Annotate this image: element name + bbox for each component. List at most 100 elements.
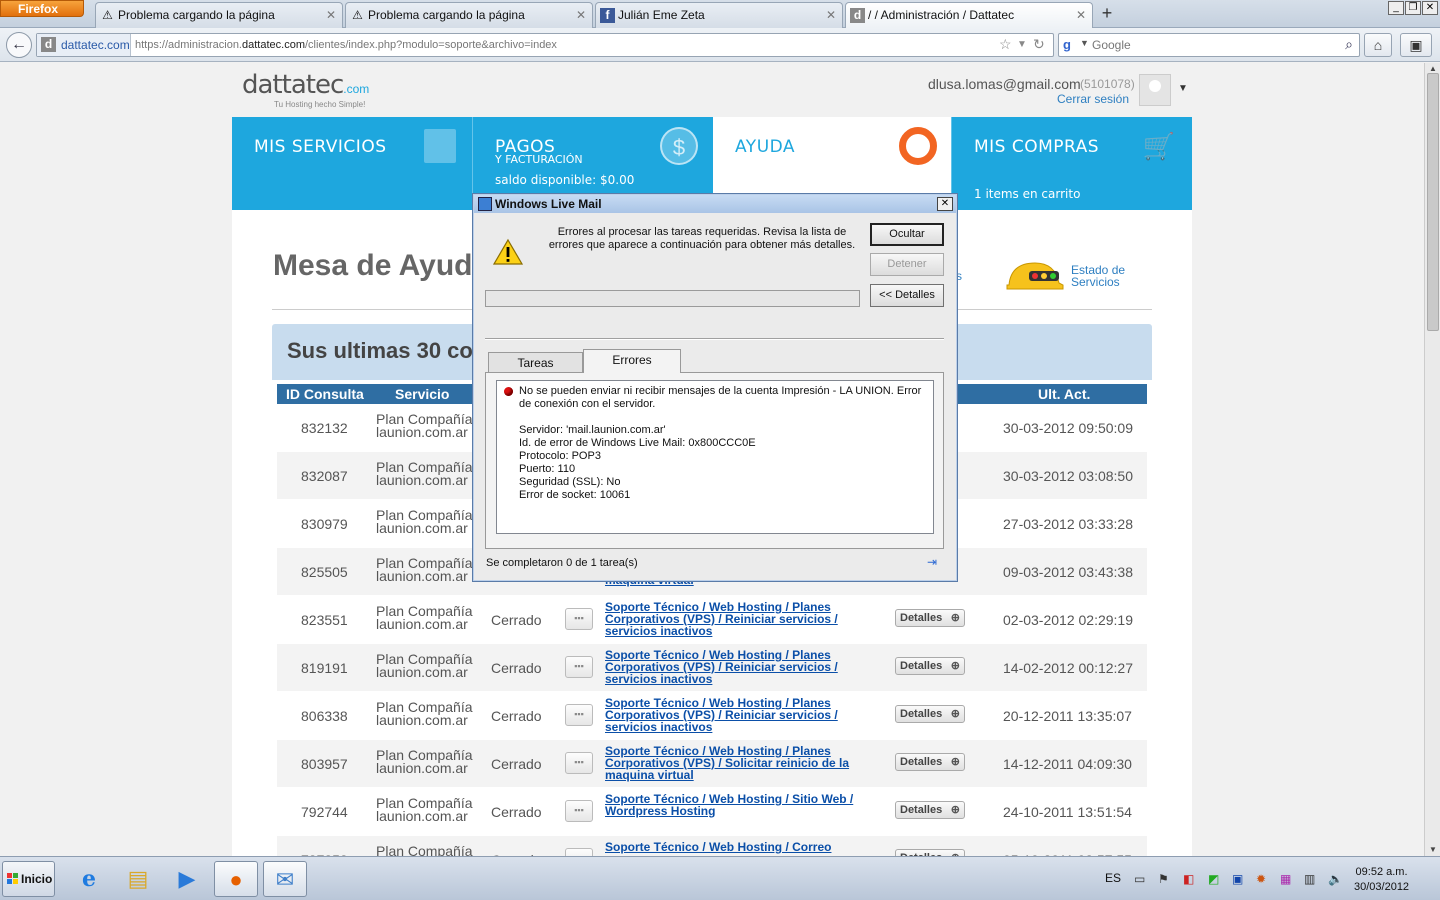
browser-tab[interactable]: f Julián Eme Zeta ✕ (595, 2, 843, 28)
hardhat-icon[interactable] (1005, 257, 1065, 293)
windows-live-mail-icon[interactable]: ✉ (263, 861, 307, 897)
nav-mis-servicios[interactable]: MIS SERVICIOS (232, 117, 472, 210)
service-status-link[interactable]: Estado de Servicios (1071, 264, 1151, 288)
show-hidden-icons-icon[interactable]: ▭ (1134, 872, 1145, 886)
network-icon[interactable]: ▥ (1304, 872, 1315, 886)
close-tab-icon[interactable]: ✕ (326, 3, 336, 27)
dialog-titlebar[interactable]: Windows Live Mail ✕ (474, 195, 956, 213)
url-prefix: https://administracion. (135, 39, 242, 51)
browser-tab[interactable]: ⚠ Problema cargando la página ✕ (95, 2, 343, 28)
history-dropdown-icon[interactable]: ▼ (1017, 39, 1027, 50)
minimize-window-button[interactable]: _ (1388, 1, 1404, 15)
column-header: ID Consulta (286, 386, 364, 402)
tab-label: Problema cargando la página (118, 8, 275, 22)
search-engine-dropdown-icon[interactable]: ▼ (1080, 38, 1089, 48)
google-icon[interactable]: g (1063, 37, 1079, 53)
reload-icon[interactable]: ↻ (1033, 36, 1045, 53)
media-player-icon[interactable]: ▶ (165, 861, 209, 897)
logout-link[interactable]: Cerrar sesión (1057, 92, 1129, 106)
file-explorer-icon[interactable]: ▤ (116, 861, 160, 897)
clock-time: 09:52 a.m. (1355, 866, 1408, 878)
zoom-in-icon: ⊕ (950, 660, 960, 672)
user-id: (5101078) (1080, 77, 1135, 91)
details-button[interactable]: Detalles⊕ (895, 657, 965, 675)
internet-explorer-icon[interactable]: e (67, 861, 111, 897)
back-button[interactable]: ← (6, 32, 32, 58)
error-list[interactable]: No se pueden enviar ni recibir mensajes … (496, 380, 934, 534)
url-text[interactable]: https://administracion.dattatec.com/clie… (135, 34, 557, 56)
comment-bubble-icon[interactable]: ▪▪▪ (565, 800, 593, 822)
scroll-down-icon[interactable]: ▼ (1427, 844, 1439, 856)
close-tab-icon[interactable]: ✕ (576, 3, 586, 27)
comment-bubble-icon[interactable]: ▪▪▪ (565, 656, 593, 678)
ticket-status: Cerrado (491, 612, 542, 628)
ticket-topic-link[interactable]: Soporte Técnico / Web Hosting / Planes C… (605, 601, 855, 637)
site-identity-button[interactable]: d dattatec.com (37, 34, 131, 56)
browser-tab-active[interactable]: d / / Administración / Dattatec ✕ (845, 2, 1093, 28)
restore-window-button[interactable]: ❐ (1405, 1, 1421, 15)
browser-tab[interactable]: ⚠ Problema cargando la página ✕ (345, 2, 593, 28)
firefox-icon[interactable]: ● (214, 861, 258, 897)
ticket-topic-link[interactable]: Soporte Técnico / Web Hosting / Planes C… (605, 697, 855, 733)
dattatec-logo[interactable]: dattatec.com Tu Hosting hecho Simple! (242, 70, 370, 109)
avatar[interactable] (1139, 74, 1171, 106)
pin-icon[interactable]: ⇥ (927, 555, 937, 569)
details-button[interactable]: Detalles⊕ (895, 801, 965, 819)
table-row: 806338 Plan Compañía launion.com.ar Cerrado… (277, 692, 1147, 740)
browser-tab-bar: Firefox ⚠ Problema cargando la página ✕ … (0, 0, 1440, 28)
details-button[interactable]: Detalles⊕ (895, 753, 965, 771)
tray-app-icon[interactable]: ▦ (1280, 872, 1291, 886)
nav-subtitle: Y FACTURACIÓN (495, 153, 583, 166)
tray-app-icon[interactable]: ▣ (1232, 872, 1243, 886)
system-clock[interactable]: 09:52 a.m. 30/03/2012 (1354, 865, 1409, 895)
start-button[interactable]: Inicio (2, 861, 55, 897)
nav-mis-compras[interactable]: MIS COMPRAS 1 items en carrito 🛒 (952, 117, 1192, 210)
logo-com: .com (343, 82, 370, 96)
ticket-topic-link[interactable]: Soporte Técnico / Web Hosting / Planes C… (605, 745, 855, 781)
tab-tareas[interactable]: Tareas (488, 352, 583, 373)
details-label: Detalles (900, 756, 943, 768)
tray-app-icon[interactable]: ◩ (1208, 872, 1219, 886)
addons-icon[interactable]: ▣ (1400, 33, 1432, 57)
firefox-menu-button[interactable]: Firefox (0, 0, 84, 17)
close-tab-icon[interactable]: ✕ (826, 3, 836, 27)
tray-app-icon[interactable]: ◧ (1183, 872, 1194, 886)
language-indicator[interactable]: ES (1105, 871, 1121, 885)
comment-bubble-icon[interactable]: ▪▪▪ (565, 704, 593, 726)
comment-bubble-icon[interactable]: ▪▪▪ (565, 752, 593, 774)
comment-bubble-icon[interactable]: ▪▪▪ (565, 848, 593, 856)
search-icon[interactable]: ⌕ (1345, 36, 1353, 53)
hide-button[interactable]: Ocultar (870, 223, 944, 246)
close-tab-icon[interactable]: ✕ (1076, 3, 1086, 27)
details-button[interactable]: Detalles⊕ (895, 849, 965, 856)
details-button[interactable]: Detalles⊕ (895, 705, 965, 723)
action-center-flag-icon[interactable]: ⚑ (1158, 872, 1169, 886)
service-domain: launion.com.ar (376, 808, 468, 824)
close-icon[interactable]: ✕ (937, 197, 953, 211)
vertical-scrollbar[interactable]: ▲ ▼ (1424, 63, 1440, 856)
url-bar[interactable]: d dattatec.com https://administracion.da… (36, 33, 1054, 57)
tab-errores[interactable]: Errores (583, 349, 681, 373)
ticket-topic-link[interactable]: Soporte Técnico / Web Hosting / Planes C… (605, 649, 855, 685)
home-icon[interactable]: ⌂ (1364, 33, 1392, 57)
ticket-topic-link[interactable]: Soporte Técnico / Web Hosting / Sitio We… (605, 793, 855, 817)
comment-bubble-icon[interactable]: ▪▪▪ (565, 608, 593, 630)
user-menu-chevron-down-icon[interactable]: ▼ (1178, 83, 1188, 94)
ticket-id: 806338 (301, 708, 348, 724)
service-domain: launion.com.ar (376, 760, 468, 776)
volume-icon[interactable]: 🔈 (1328, 872, 1343, 886)
close-window-button[interactable]: ✕ (1422, 1, 1438, 15)
service-name: Plan Compañía launion.com.ar (376, 604, 473, 631)
details-button[interactable]: << Detalles (870, 284, 944, 307)
start-label: Inicio (21, 872, 53, 886)
new-tab-button[interactable]: + (1095, 3, 1119, 25)
details-button[interactable]: Detalles⊕ (895, 609, 965, 627)
error-line: Protocolo: POP3 (519, 450, 601, 462)
tray-app-icon[interactable]: ✹ (1256, 872, 1266, 886)
scrollbar-thumb[interactable] (1427, 73, 1439, 331)
bookmark-star-icon[interactable]: ☆ (999, 36, 1012, 53)
service-domain: launion.com.ar (376, 712, 468, 728)
search-bar[interactable]: g ▼ Google ⌕ (1058, 33, 1360, 57)
ticket-id: 819191 (301, 660, 348, 676)
ticket-topic-link[interactable]: Soporte Técnico / Web Hosting / Correo (605, 841, 855, 853)
